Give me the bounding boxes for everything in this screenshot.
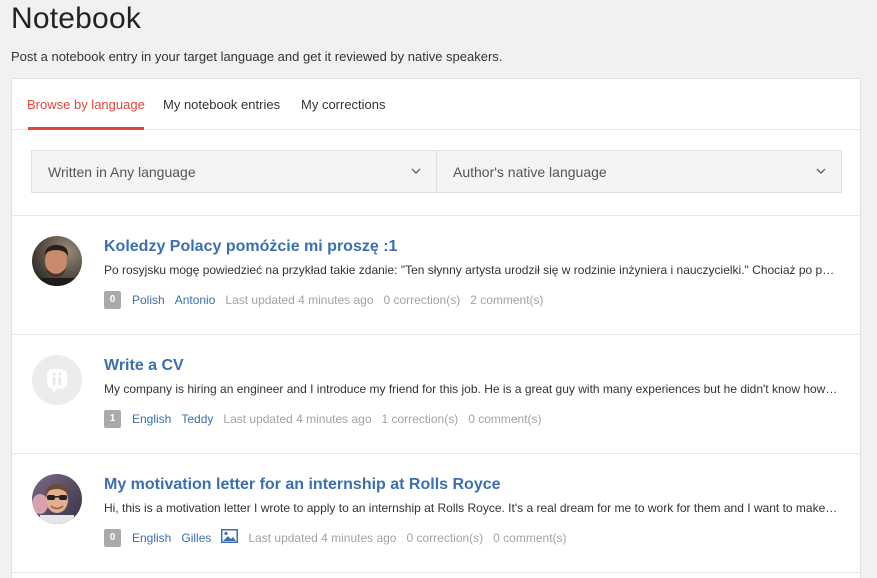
entry-language-link[interactable]: English xyxy=(132,531,171,545)
entry-comments: 0 comment(s) xyxy=(493,531,567,545)
corrections-count-badge: 1 xyxy=(104,410,121,428)
entry-updated: Last updated 4 minutes ago xyxy=(248,531,397,545)
entry-language-link[interactable]: English xyxy=(132,412,171,426)
filter-bar: Written in Any language Author's native … xyxy=(12,130,860,216)
entry-excerpt: Po rosyjsku mogę powiedzieć na przykład … xyxy=(104,263,840,277)
image-icon xyxy=(221,529,239,543)
entry-title[interactable]: Koledzy Polacy pomóżcie mi proszę :1 xyxy=(104,238,397,256)
entry-author-link[interactable]: Gilles xyxy=(181,531,211,545)
entry-corrections: 1 correction(s) xyxy=(381,412,459,426)
written-in-select[interactable]: Written in Any language xyxy=(31,150,437,193)
photo-man-icon xyxy=(32,236,82,286)
notebook-entry[interactable]: My motivation letter for an internship a… xyxy=(12,454,860,573)
avatar[interactable] xyxy=(32,236,82,286)
entry-comments: 0 comment(s) xyxy=(468,412,542,426)
entry-corrections: 0 correction(s) xyxy=(383,293,461,307)
entry-updated: Last updated 4 minutes ago xyxy=(223,412,372,426)
native-language-select-value: Author's native language xyxy=(453,164,607,180)
entry-meta: 0 English Gilles Last updated 4 minutes … xyxy=(104,529,577,547)
notebook-page: Notebook Post a notebook entry in your t… xyxy=(0,0,877,578)
corrections-count-badge: 0 xyxy=(104,291,121,309)
avatar[interactable] xyxy=(32,355,82,405)
entry-language-link[interactable]: Polish xyxy=(132,293,165,307)
entry-meta: 0 Polish Antonio Last updated 4 minutes … xyxy=(104,291,554,309)
tab-my-corrections[interactable]: My corrections xyxy=(301,97,386,112)
entry-title[interactable]: Write a CV xyxy=(104,357,184,375)
native-language-select[interactable]: Author's native language xyxy=(436,150,842,193)
entry-author-link[interactable]: Antonio xyxy=(175,293,216,307)
tab-my-notebook-entries[interactable]: My notebook entries xyxy=(163,97,280,112)
page-title: Notebook xyxy=(11,2,142,35)
chevron-down-icon xyxy=(816,168,826,174)
notebook-entry[interactable]: Koledzy Polacy pomóżcie mi proszę :1 Po … xyxy=(12,216,860,335)
entry-updated: Last updated 4 minutes ago xyxy=(225,293,374,307)
entry-meta: 1 English Teddy Last updated 4 minutes a… xyxy=(104,410,552,428)
default-avatar-icon xyxy=(32,355,82,405)
entry-author-link[interactable]: Teddy xyxy=(181,412,213,426)
avatar[interactable] xyxy=(32,474,82,524)
entry-title[interactable]: My motivation letter for an internship a… xyxy=(104,476,501,494)
page-subtitle: Post a notebook entry in your target lan… xyxy=(11,49,503,64)
entry-excerpt: Hi, this is a motivation letter I wrote … xyxy=(104,501,840,515)
notebook-entry[interactable]: Write a CV My company is hiring an engin… xyxy=(12,335,860,454)
entry-excerpt: My company is hiring an engineer and I i… xyxy=(104,382,840,396)
chevron-down-icon xyxy=(411,168,421,174)
tab-bar: Browse by language My notebook entries M… xyxy=(12,79,860,130)
entry-corrections: 0 correction(s) xyxy=(406,531,484,545)
tab-browse-by-language[interactable]: Browse by language xyxy=(27,97,145,112)
corrections-count-badge: 0 xyxy=(104,529,121,547)
entry-comments: 2 comment(s) xyxy=(470,293,544,307)
written-in-select-value: Written in Any language xyxy=(48,164,196,180)
photo-man-sunglasses-icon xyxy=(32,474,82,524)
notebook-card: Browse by language My notebook entries M… xyxy=(11,78,861,578)
